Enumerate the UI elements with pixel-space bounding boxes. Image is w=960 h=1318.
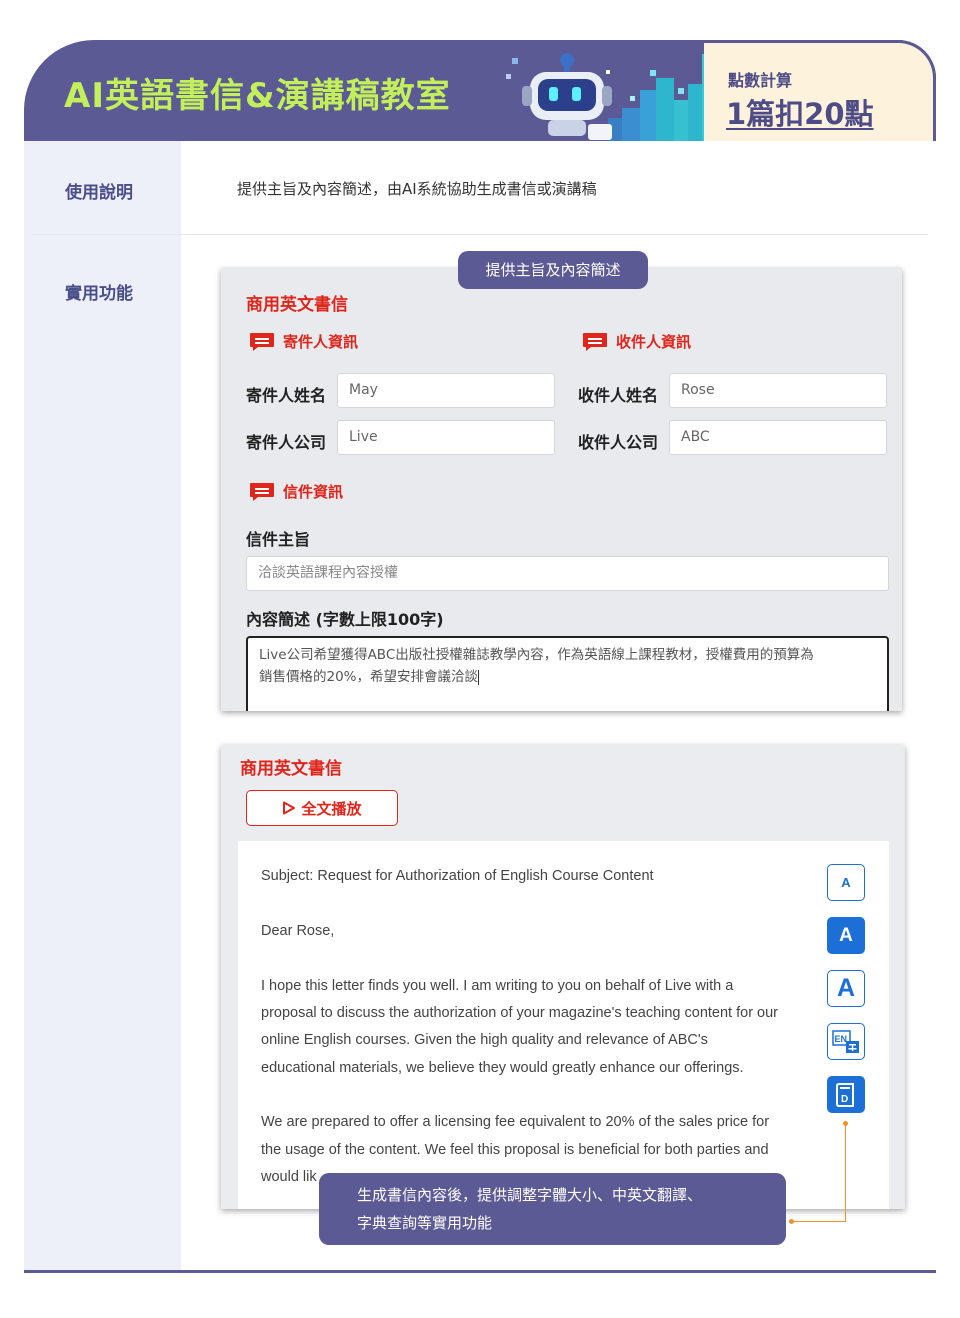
sender-section-label: 寄件人資訊: [283, 333, 359, 351]
features-label: 實用功能: [65, 284, 133, 304]
label-column: [24, 141, 181, 1272]
letter-subject-line: Subject: Request for Authorization of En…: [261, 868, 654, 884]
letter-line: educational materials, we believe they w…: [261, 1060, 744, 1076]
svg-text:EN: EN: [835, 1034, 848, 1044]
usage-label: 使用說明: [65, 183, 133, 203]
sender-name-input[interactable]: May: [337, 373, 555, 408]
recipient-company-label: 收件人公司: [578, 433, 659, 452]
form-title: 商用英文書信: [246, 295, 348, 315]
recipient-name-input[interactable]: Rose: [669, 373, 887, 408]
letter-line: I hope this letter finds you well. I am …: [261, 978, 734, 994]
play-all-label: 全文播放: [301, 799, 362, 818]
sender-name-label: 寄件人姓名: [246, 386, 327, 405]
dictionary-button[interactable]: D: [827, 1076, 865, 1113]
connector-line: [792, 1221, 846, 1222]
font-size-large-button[interactable]: A: [827, 970, 865, 1007]
content-label: 內容簡述 (字數上限100字): [246, 610, 444, 629]
features-callout-bubble: 生成書信內容後，提供調整字體大小、中英文翻譯、 字典查詢等實用功能: [319, 1173, 786, 1245]
letter-result-card: 商用英文書信 全文播放 Subject: Request for Authori…: [221, 745, 905, 1209]
font-size-small-button[interactable]: A: [827, 864, 865, 901]
points-box: 點數計算 1篇扣20點: [704, 40, 936, 141]
page-title: AI英語書信&演講稿教室: [64, 76, 451, 116]
callout-line-2: 字典查詢等實用功能: [357, 1214, 493, 1232]
sender-company-label: 寄件人公司: [246, 433, 327, 452]
letter-line: online English courses. Given the high q…: [261, 1032, 708, 1048]
en-zh-translate-icon: EN: [832, 1029, 859, 1053]
sender-company-input[interactable]: Live: [337, 420, 555, 455]
letter-line: would lik: [261, 1169, 317, 1185]
content-textarea[interactable]: Live公司希望獲得ABC出版社授權雜誌教學內容，作為英語線上課程教材，授權費用…: [246, 636, 889, 711]
letter-form-card: 商用英文書信 寄件人資訊 收件人資訊 寄件人姓名 May 收件人姓名 Rose …: [221, 268, 902, 711]
robot-illustration: [506, 53, 726, 141]
content-line-2-text: 銷售價格的20%，希望安排會議洽談: [259, 669, 479, 685]
bottom-rule: [24, 1270, 936, 1273]
usage-text: 提供主旨及內容簡述，由AI系統協助生成書信或演講稿: [237, 180, 597, 198]
font-size-medium-button[interactable]: A: [827, 917, 865, 954]
content-line-1: Live公司希望獲得ABC出版社授權雜誌教學內容，作為英語線上課程教材，授權費用…: [259, 647, 814, 663]
row-divider: [32, 234, 928, 235]
message-icon: [250, 482, 274, 501]
points-label: 點數計算: [728, 71, 793, 90]
letter-line: proposal to discuss the authorization of…: [261, 1005, 779, 1021]
letter-section-heading: 信件資訊: [249, 481, 343, 502]
dictionary-icon: D: [836, 1082, 854, 1107]
form-callout-tag: 提供主旨及內容簡述: [458, 251, 648, 289]
points-value: 1篇扣20點: [726, 97, 874, 131]
play-all-button[interactable]: 全文播放: [246, 790, 398, 826]
play-icon: [283, 801, 296, 815]
content-line-2: 銷售價格的20%，希望安排會議洽談: [259, 666, 876, 688]
recipient-company-input[interactable]: ABC: [669, 420, 887, 455]
translate-button[interactable]: EN: [827, 1023, 865, 1060]
letter-line: the usage of the content. We feel this p…: [261, 1142, 769, 1158]
recipient-section-heading: 收件人資訊: [582, 331, 691, 352]
message-icon: [583, 332, 607, 351]
text-caret: [478, 669, 480, 685]
subject-input[interactable]: 洽談英語課程內容授權: [246, 556, 889, 591]
connector-line: [845, 1123, 846, 1221]
recipient-section-label: 收件人資訊: [616, 333, 692, 351]
svg-text:D: D: [841, 1094, 848, 1105]
letter-section-label: 信件資訊: [283, 483, 344, 501]
connector-dot: [789, 1219, 794, 1224]
recipient-name-label: 收件人姓名: [578, 386, 659, 405]
letter-body-panel: Subject: Request for Authorization of En…: [238, 841, 889, 1209]
letter-line: We are prepared to offer a licensing fee…: [261, 1114, 770, 1130]
sender-section-heading: 寄件人資訊: [249, 331, 358, 352]
callout-line-1: 生成書信內容後，提供調整字體大小、中英文翻譯、: [357, 1186, 703, 1204]
letter-title: 商用英文書信: [240, 759, 342, 779]
letter-greeting: Dear Rose,: [261, 923, 335, 939]
subject-label: 信件主旨: [246, 530, 311, 549]
message-icon: [250, 332, 274, 351]
